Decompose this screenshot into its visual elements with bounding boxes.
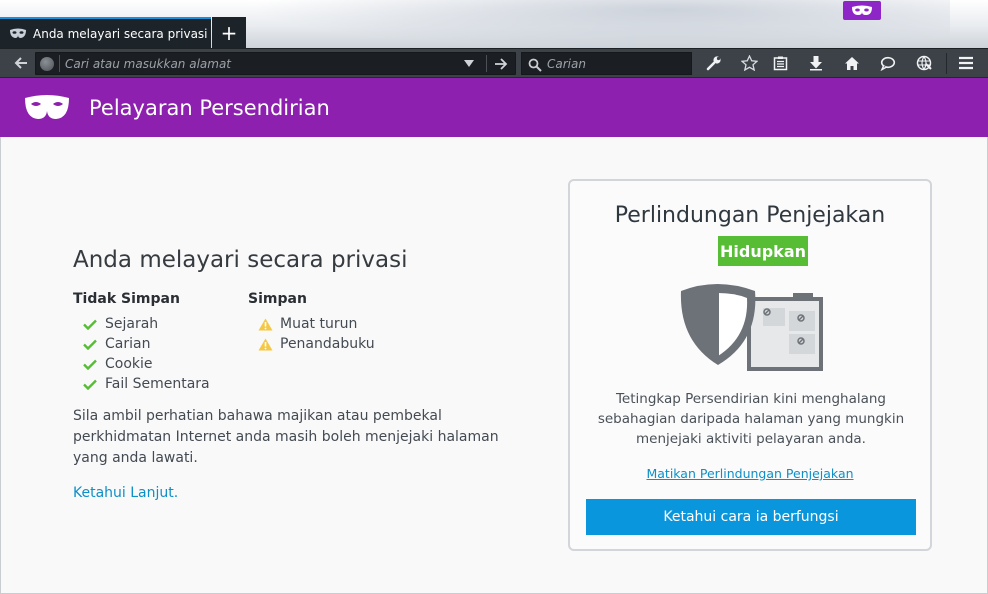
check-icon	[83, 379, 105, 390]
status-badge: Hidupkan	[718, 236, 808, 266]
search-input[interactable]	[547, 55, 687, 72]
tab-title: Anda melayari secara privasi	[33, 26, 208, 41]
private-browsing-header: Pelayaran Persendirian	[0, 78, 988, 137]
back-icon[interactable]	[8, 49, 34, 77]
learn-more-link[interactable]: Ketahui Lanjut.	[73, 485, 178, 501]
tracking-note: Sila ambil perhatian bahawa majikan atau…	[73, 408, 499, 466]
tracking-description: Tetingkap Persendirian kini menghalang s…	[597, 391, 905, 447]
menu-icon[interactable]	[953, 49, 979, 77]
shield-illustration-icon	[680, 284, 823, 371]
saved-title: Simpan	[248, 291, 307, 307]
list-item: Sejarah	[73, 314, 248, 334]
title-bar: Anda melayari secara privasi ✕ +	[0, 0, 988, 48]
private-mask-icon	[25, 94, 69, 119]
private-mask-icon	[9, 27, 27, 41]
reading-list-icon[interactable]	[767, 49, 793, 77]
private-info-section: Anda melayari secara privasi Tidak Simpa…	[73, 247, 533, 501]
private-browsing-indicator-icon	[843, 1, 881, 20]
search-icon	[528, 57, 542, 76]
star-icon[interactable]	[736, 49, 762, 77]
list-item: Carian	[73, 334, 248, 354]
globe-grid-icon[interactable]	[911, 49, 937, 77]
tab-private-browsing[interactable]: Anda melayari secara privasi ✕	[0, 17, 228, 48]
saved-column: Simpan Muat turun Penandabuku	[248, 291, 423, 394]
home-icon[interactable]	[839, 49, 865, 77]
chat-icon[interactable]	[875, 49, 901, 77]
check-icon	[83, 339, 105, 350]
go-arrow-icon[interactable]	[491, 55, 511, 72]
not-saved-title: Tidak Simpan	[73, 291, 180, 307]
wrench-icon[interactable]	[701, 49, 727, 77]
disable-tracking-protection-link[interactable]: Matikan Perlindungan Penjejakan	[570, 466, 930, 481]
dropdown-icon[interactable]	[464, 60, 474, 67]
warning-icon	[258, 338, 280, 351]
list-item: Muat turun	[248, 314, 423, 334]
main-heading: Anda melayari secara privasi	[73, 247, 408, 273]
not-saved-column: Tidak Simpan Sejarah Carian Cookie Fail …	[73, 291, 248, 394]
tracking-protection-title: Perlindungan Penjejakan	[614, 203, 886, 228]
download-icon[interactable]	[803, 49, 829, 77]
check-icon	[83, 359, 105, 370]
url-input[interactable]	[65, 55, 455, 72]
list-item: Fail Sementara	[73, 374, 248, 394]
new-tab-button[interactable]: +	[212, 17, 246, 48]
navigation-toolbar	[0, 48, 988, 78]
list-item: Cookie	[73, 354, 248, 374]
private-browsing-content: Anda melayari secara privasi Tidak Simpa…	[0, 137, 988, 594]
list-item: Penandabuku	[248, 334, 423, 354]
learn-how-it-works-button[interactable]: Ketahui cara ia berfungsi	[586, 499, 916, 535]
tracking-protection-card: Perlindungan Penjejakan Hidupkan Tetingk…	[568, 179, 932, 551]
warning-icon	[258, 318, 280, 331]
page-title: Pelayaran Persendirian	[89, 95, 330, 120]
url-bar[interactable]	[35, 52, 516, 75]
search-bar[interactable]	[521, 52, 692, 75]
check-icon	[83, 319, 105, 330]
globe-icon[interactable]	[40, 57, 54, 71]
